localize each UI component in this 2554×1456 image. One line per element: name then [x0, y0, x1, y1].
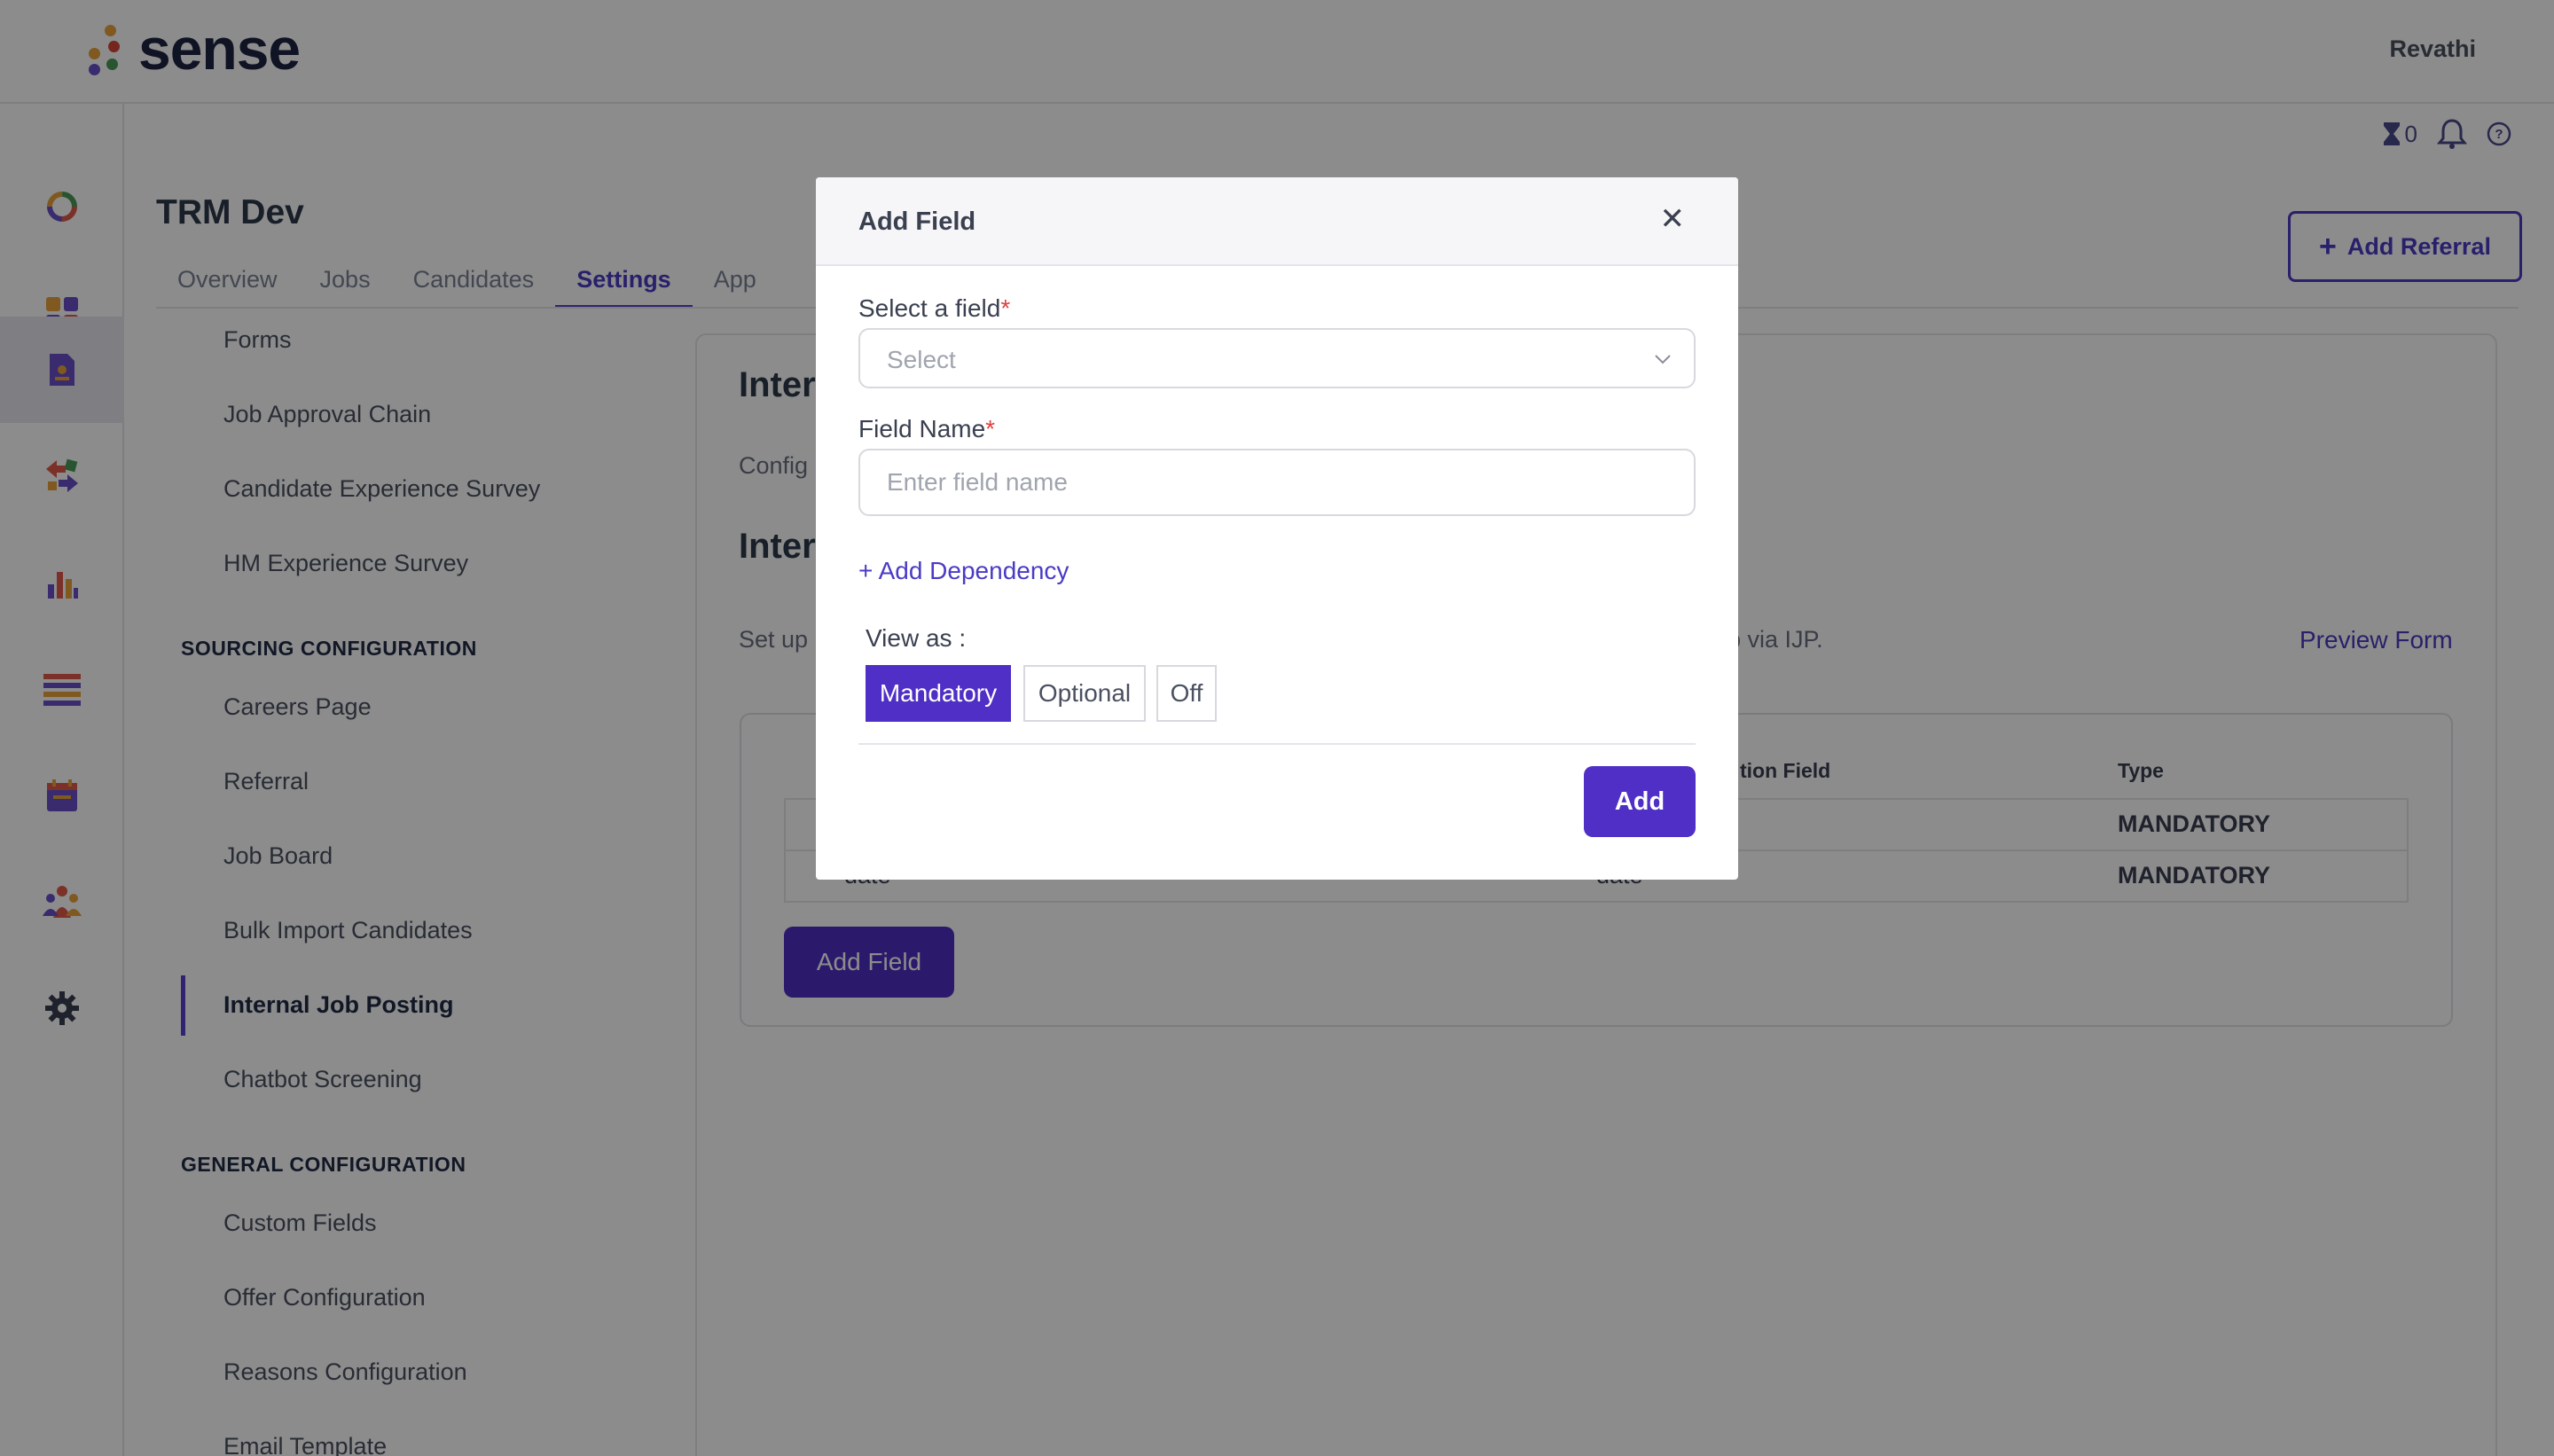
close-icon[interactable]: ✕ — [1660, 204, 1686, 234]
modal-add-button[interactable]: Add — [1584, 766, 1696, 837]
view-option-optional[interactable]: Optional — [1023, 665, 1146, 722]
modal-divider — [858, 743, 1696, 745]
field-name-label-text: Field Name — [858, 415, 986, 442]
view-option-mandatory[interactable]: Mandatory — [866, 665, 1011, 722]
modal-header: Add Field ✕ — [816, 177, 1738, 266]
field-name-label: Field Name* — [858, 415, 995, 443]
required-mark: * — [1000, 294, 1011, 322]
required-mark: * — [985, 415, 996, 442]
field-name-input[interactable] — [860, 450, 1694, 514]
view-as-label: View as : — [866, 624, 967, 652]
select-placeholder: Select — [887, 346, 956, 373]
modal-title: Add Field — [858, 207, 976, 236]
add-field-modal: Add Field ✕ Select a field* Select Field… — [816, 177, 1738, 880]
chevron-down-icon — [1655, 355, 1671, 364]
select-field-label-text: Select a field — [858, 294, 1001, 322]
field-name-input-wrapper — [858, 449, 1696, 516]
view-option-off[interactable]: Off — [1156, 665, 1217, 722]
add-dependency-link[interactable]: + Add Dependency — [858, 557, 1069, 585]
select-field-label: Select a field* — [858, 294, 1010, 323]
field-select[interactable]: Select — [858, 328, 1696, 388]
